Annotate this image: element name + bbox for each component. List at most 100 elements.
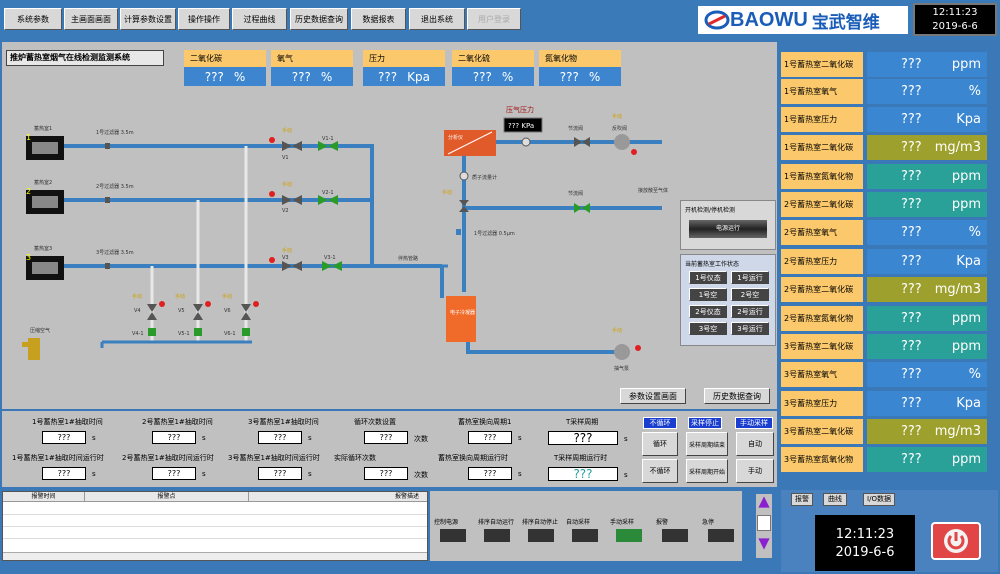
reading-row: 3号蓄热室氮氧化物??? ppm [781, 447, 989, 472]
sample-start-button[interactable]: 采样周期开始 [686, 459, 728, 483]
loop-button[interactable]: 循环 [642, 432, 678, 456]
control-unit: s [518, 470, 522, 478]
reading-value: ??? [901, 339, 922, 354]
control-input[interactable]: ??? [468, 431, 512, 444]
nav-user-login[interactable]: 用户登录 [467, 8, 521, 30]
exhaust-label: 接放散至气体 [638, 187, 668, 194]
chamber-1[interactable]: 1 蓄热室1 [26, 125, 64, 160]
reading-value: ??? [901, 57, 922, 72]
history-query-link[interactable]: 历史数据查询 [704, 388, 770, 404]
sample-end-button[interactable]: 采样周期结束 [686, 432, 728, 456]
valve-v3-1[interactable]: V3-1 [322, 255, 342, 271]
control-label: 1号蓄热室1#抽取时间 [32, 418, 103, 426]
power-run-button[interactable]: 电源运行 [689, 220, 767, 238]
valve-v4-1[interactable]: V4-1 [132, 328, 156, 337]
nav-calc-params[interactable]: 计算参数设置 [120, 8, 176, 30]
reading-label: 3号蓄热室氮氧化物 [781, 447, 863, 472]
svg-text:V2: V2 [282, 208, 289, 214]
valve-v4[interactable]: 手动 V4 [132, 293, 165, 320]
nav-exit-system[interactable]: 退出系统 [409, 8, 465, 30]
work-state-1a: 1号仪态 [689, 271, 727, 284]
reading-value: ??? [901, 112, 922, 127]
valve-v1-1[interactable]: V1-1 [318, 136, 338, 151]
alarm-log-table[interactable]: 报警时间 报警点 报警描述 [2, 491, 428, 561]
log-header[interactable]: 报警点 [85, 492, 249, 501]
control-unit: 次数 [414, 471, 428, 479]
clock-date: 2019-6-6 [835, 545, 895, 560]
reading-unit: mg/m3 [934, 282, 981, 297]
control-label: 1号蓄热室1#抽取时间运行时 [12, 454, 104, 462]
control-input[interactable]: ??? [152, 431, 196, 444]
power-button[interactable] [931, 522, 981, 560]
valve-v2-1[interactable]: V2-1 [318, 190, 338, 205]
valve-v6-1[interactable]: V6-1 [224, 328, 250, 337]
chamber-2[interactable]: 2 蓄热室2 [26, 179, 64, 214]
filter-label: 1号过滤器 3.5m [96, 129, 134, 136]
reading-unit: ppm [951, 339, 981, 354]
nav-system-params[interactable]: 系统参数 [4, 8, 62, 30]
svg-text:V5: V5 [178, 308, 185, 314]
control-label: 蓄热室换向周期运行时 [438, 454, 508, 462]
reading-label: 3号蓄热室二氧化碳 [781, 334, 863, 359]
log-hscrollbar[interactable] [3, 552, 427, 560]
reading-unit: ppm [951, 169, 981, 184]
status-lamp [708, 529, 734, 542]
valve-v5[interactable]: 手动 V5 [175, 293, 211, 320]
reading-value-box: ??? ppm [867, 447, 987, 472]
air-tank[interactable]: 压缩空气 [22, 327, 50, 360]
control-unit: s [202, 434, 206, 442]
reading-value-box: ??? Kpa [867, 249, 987, 274]
manual-button[interactable]: 手动 [736, 459, 774, 483]
control-input[interactable]: ??? [364, 431, 408, 444]
analyzer-box[interactable]: 分析仪 [444, 130, 496, 156]
status-lamp [528, 529, 554, 542]
extraction-pump[interactable]: 手动抽气泵 [612, 327, 641, 372]
curve-view-button[interactable]: 曲线 [823, 493, 847, 506]
chamber-3[interactable]: 3 蓄热室3 [26, 245, 64, 280]
chamber-number: 2 [26, 187, 31, 196]
reading-value: ??? [901, 140, 922, 155]
reading-unit: % [968, 367, 981, 382]
control-input[interactable]: ??? [42, 431, 86, 444]
nav-history-query[interactable]: 历史数据查询 [290, 8, 348, 30]
valve-v6[interactable]: 手动 V6 [222, 293, 259, 320]
scroll-up-icon[interactable] [758, 496, 770, 508]
status-lamp [616, 529, 642, 542]
sample-period-input[interactable]: ??? [548, 431, 618, 445]
chamber-number: 1 [26, 133, 31, 142]
nav-main-screen[interactable]: 主画面画面 [64, 8, 118, 30]
log-header[interactable]: 报警描述 [249, 492, 427, 501]
control-input[interactable]: ??? [258, 431, 302, 444]
alarm-view-button[interactable]: 报警 [791, 493, 813, 506]
scroll-down-icon[interactable] [758, 538, 770, 550]
valve-v2[interactable]: 手动 V2 [269, 181, 302, 214]
control-input[interactable]: ??? [258, 467, 302, 480]
io-data-button[interactable]: I/O数据 [863, 493, 895, 506]
log-header[interactable]: 报警时间 [3, 492, 85, 501]
control-input[interactable]: ??? [42, 467, 86, 480]
valve-v5-1[interactable]: V5-1 [178, 328, 202, 337]
valve-mode: 手动 [282, 127, 292, 134]
control-input[interactable]: ??? [468, 467, 512, 480]
work-state-2c: 2号运行 [731, 305, 769, 318]
svg-text:手动: 手动 [442, 189, 452, 196]
control-unit: s [202, 470, 206, 478]
clock-date: 2019-6-6 [932, 21, 978, 32]
nav-process-curve[interactable]: 过程曲线 [232, 8, 287, 30]
reading-row: 1号蓄热室氧气???% [781, 79, 989, 104]
reading-value-box: ??? mg/m3 [867, 277, 987, 302]
reading-unit: Kpa [956, 254, 981, 269]
nav-operation[interactable]: 操作操作 [178, 8, 230, 30]
control-input[interactable]: ??? [152, 467, 196, 480]
manual-sample-tag: 手动采样 [735, 417, 773, 429]
svg-text:V3: V3 [282, 255, 289, 261]
auto-button[interactable]: 自动 [736, 432, 774, 456]
control-input[interactable]: ??? [364, 467, 408, 480]
condenser-pump[interactable]: 电子冷凝器 [446, 296, 476, 342]
nav-data-report[interactable]: 数据报表 [351, 8, 406, 30]
process-diagram-panel: 推炉蓄热室烟气在线检测监测系统 二氧化碳 ???% 氧气 ???% 压力 ???… [2, 42, 777, 409]
no-loop-button[interactable]: 不循环 [642, 459, 678, 483]
valve-blowback[interactable]: 手动反吹阀 [612, 113, 637, 155]
reading-unit: mg/m3 [934, 140, 981, 155]
params-screen-link[interactable]: 参数设置画面 [620, 388, 686, 404]
